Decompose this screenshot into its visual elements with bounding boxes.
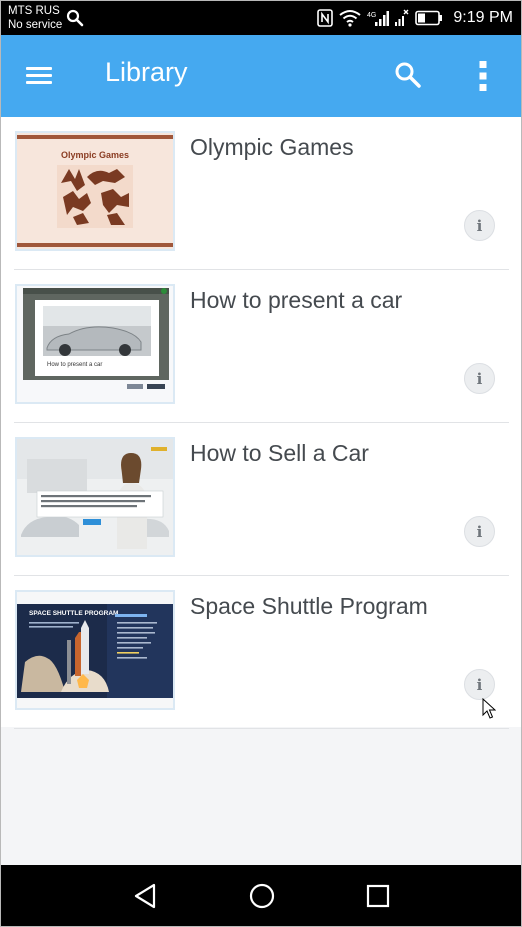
clock: 9:19 PM xyxy=(453,9,513,26)
item-title: How to Sell a Car xyxy=(190,440,369,466)
status-icons: 4G 9:19 PM xyxy=(317,7,513,29)
recent-apps-icon[interactable] xyxy=(363,883,393,909)
space-shuttle-thumbnail: SPACE SHUTTLE PROGRAM xyxy=(15,590,175,710)
info-icon[interactable]: i xyxy=(464,669,495,700)
carrier-name: MTS RUS xyxy=(8,5,60,17)
olympic-games-thumbnail: Olympic Games xyxy=(15,131,175,251)
notification-search-icon xyxy=(66,9,84,27)
list-item[interactable]: How to present a car How to present a ca… xyxy=(1,270,521,423)
hamburger-menu-icon[interactable] xyxy=(23,61,55,91)
wifi-icon xyxy=(339,10,362,27)
list-item[interactable]: Olympic Games Olympic Games i xyxy=(1,117,521,270)
present-car-thumbnail: How to present a car xyxy=(15,284,175,404)
info-icon[interactable]: i xyxy=(464,210,495,241)
thumb-caption: How to present a car xyxy=(47,362,102,368)
status-bar: MTS RUS No service 4G 9:19 PM xyxy=(1,1,521,35)
network-type-label: 4G xyxy=(367,12,376,19)
thumb-title: Olympic Games xyxy=(61,150,129,160)
list-item[interactable]: How to Sell a Car i xyxy=(1,423,521,576)
item-title: How to present a car xyxy=(190,287,403,313)
search-icon[interactable] xyxy=(393,60,423,90)
list-item[interactable]: SPACE SHUTTLE PROGRAM Space Shuttle Prog… xyxy=(1,576,521,729)
device-frame: MTS RUS No service 4G 9:19 PM Library Ol… xyxy=(0,0,522,927)
thumb-heading: SPACE SHUTTLE PROGRAM xyxy=(29,610,118,617)
navigation-bar xyxy=(1,865,521,926)
more-vertical-icon[interactable] xyxy=(471,59,495,93)
page-title: Library xyxy=(105,57,188,87)
info-icon[interactable]: i xyxy=(464,516,495,547)
divider xyxy=(14,728,509,729)
info-icon[interactable]: i xyxy=(464,363,495,394)
service-status: No service xyxy=(8,19,63,31)
library-list: Olympic Games Olympic Games i How to pre… xyxy=(1,117,521,729)
nfc-icon xyxy=(317,9,334,27)
sell-car-thumbnail xyxy=(15,437,175,557)
signal-4g-icon: 4G xyxy=(367,11,390,26)
home-icon[interactable] xyxy=(247,883,277,909)
mouse-cursor-icon xyxy=(482,698,496,719)
item-title: Space Shuttle Program xyxy=(190,593,428,619)
back-icon[interactable] xyxy=(132,883,162,909)
item-title: Olympic Games xyxy=(190,134,354,160)
no-signal-icon xyxy=(395,9,409,26)
carrier-info: MTS RUS No service xyxy=(8,4,62,32)
battery-icon xyxy=(415,10,443,26)
app-bar: Library xyxy=(1,35,521,117)
